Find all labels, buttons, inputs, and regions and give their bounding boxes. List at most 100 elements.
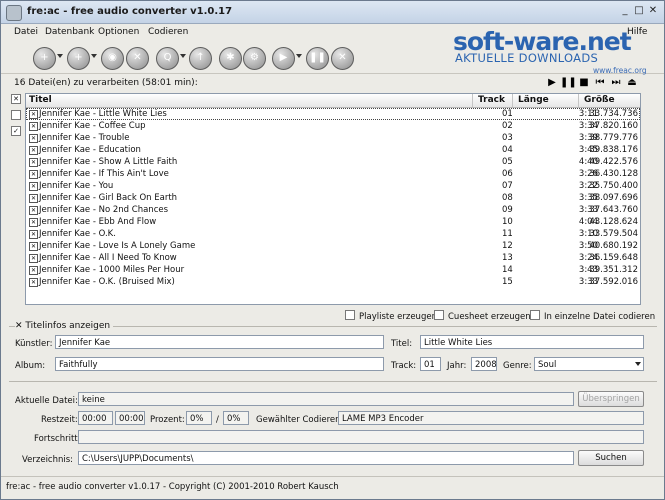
maximize-button[interactable]: □ bbox=[632, 4, 646, 18]
track-row[interactable]: ✕ Jennifer Kae - Show A Little Faith 05 4:4… bbox=[26, 156, 640, 168]
year-field[interactable]: 2008 bbox=[471, 357, 497, 371]
playlist-checkbox[interactable] bbox=[345, 310, 355, 320]
title-field[interactable]: Little White Lies bbox=[420, 335, 644, 349]
track-row[interactable]: ✕ Jennifer Kae - Girl Back On Earth 08 3:35… bbox=[26, 192, 640, 204]
track-checkbox[interactable]: ✕ bbox=[29, 158, 38, 167]
track-checkbox[interactable]: ✕ bbox=[29, 206, 38, 215]
menu-codieren[interactable]: Codieren bbox=[148, 27, 188, 37]
track-list[interactable]: Titel Track Länge Größe ✕ Jennifer Kae - … bbox=[25, 93, 641, 305]
track-checkbox[interactable]: ✕ bbox=[29, 110, 38, 119]
option-playlist[interactable]: Playliste erzeugen bbox=[345, 310, 437, 322]
close-button[interactable]: ✕ bbox=[646, 4, 660, 18]
add-files-icon[interactable]: + bbox=[33, 47, 56, 70]
track-row[interactable]: ✕ Jennifer Kae - If This Ain't Love 06 3:26… bbox=[26, 168, 640, 180]
file-count-label: 16 Datei(en) zu verarbeiten (58:01 min): bbox=[14, 78, 198, 88]
previous-icon[interactable]: ⏮ bbox=[592, 76, 608, 90]
track-checkbox[interactable]: ✕ bbox=[29, 230, 38, 239]
track-title: Jennifer Kae - All I Need To Know bbox=[39, 253, 177, 263]
artist-field[interactable]: Jennifer Kae bbox=[55, 335, 384, 349]
add-folder-icon[interactable]: + bbox=[67, 47, 90, 70]
track-title: Jennifer Kae - Show A Little Faith bbox=[39, 157, 178, 167]
stop-icon[interactable]: ✕ bbox=[331, 47, 354, 70]
window-title: fre:ac - free audio converter v1.0.17 bbox=[27, 6, 233, 17]
track-number: 13 bbox=[502, 253, 513, 263]
cuesheet-checkbox[interactable] bbox=[434, 310, 444, 320]
option-cuesheet[interactable]: Cuesheet erzeugen bbox=[434, 310, 531, 322]
track-checkbox[interactable]: ✕ bbox=[29, 182, 38, 191]
submit-cddb-icon[interactable]: ↑ bbox=[189, 47, 212, 70]
album-field[interactable]: Faithfully bbox=[55, 357, 384, 371]
pause-icon[interactable]: ❚❚ bbox=[306, 47, 329, 70]
next-icon[interactable]: ⏭ bbox=[608, 76, 624, 90]
track-row[interactable]: ✕ Jennifer Kae - All I Need To Know 13 3:24… bbox=[26, 252, 640, 264]
track-size: 39.838.176 bbox=[589, 145, 638, 155]
play-icon[interactable]: ▶ bbox=[544, 76, 560, 90]
track-title: Jennifer Kae - If This Ain't Love bbox=[39, 169, 169, 179]
remove-icon[interactable]: ✕ bbox=[126, 47, 149, 70]
menu-datei[interactable]: Datei bbox=[14, 27, 38, 37]
track-row[interactable]: ✕ Jennifer Kae - O.K. (Bruised Mix) 15 3:33… bbox=[26, 276, 640, 288]
track-checkbox[interactable]: ✕ bbox=[29, 266, 38, 275]
track-field[interactable]: 01 bbox=[420, 357, 441, 371]
track-row[interactable]: ✕ Jennifer Kae - 1000 Miles Per Hour 14 3:4… bbox=[26, 264, 640, 276]
menu-datenbank[interactable]: Datenbank bbox=[45, 27, 94, 37]
app-window: fre:ac - free audio converter v1.0.17 _ … bbox=[0, 0, 665, 500]
track-checkbox[interactable]: ✕ bbox=[29, 122, 38, 131]
stop-playback-icon[interactable]: ■ bbox=[576, 76, 592, 90]
track-checkbox[interactable]: ✕ bbox=[29, 146, 38, 155]
toggle-check-icon[interactable]: ✓ bbox=[11, 126, 21, 136]
check-all-icon[interactable]: ✕ bbox=[11, 94, 21, 104]
titleinfo-toggle[interactable]: ✕ Titelinfos anzeigen bbox=[15, 321, 114, 331]
track-checkbox[interactable]: ✕ bbox=[29, 218, 38, 227]
option-single-file[interactable]: In einzelne Datei codieren bbox=[530, 310, 655, 322]
track-row[interactable]: ✕ Jennifer Kae - Trouble 03 3:39 38.779.776 bbox=[26, 132, 640, 144]
minimize-button[interactable]: _ bbox=[618, 4, 632, 18]
track-size: 37.820.160 bbox=[589, 121, 638, 131]
eject-icon[interactable]: ⏏ bbox=[624, 76, 640, 90]
column-length[interactable]: Länge bbox=[518, 95, 549, 105]
directory-field[interactable]: C:\Users\JUPP\Documents\ bbox=[78, 451, 574, 465]
search-cddb-dropdown-icon[interactable] bbox=[180, 54, 186, 58]
add-files-dropdown-icon[interactable] bbox=[57, 54, 63, 58]
titleinfo-toggle-label: Titelinfos anzeigen bbox=[25, 321, 111, 331]
track-row[interactable]: ✕ Jennifer Kae - Education 04 3:45 39.838.17… bbox=[26, 144, 640, 156]
track-checkbox[interactable]: ✕ bbox=[29, 194, 38, 203]
remaining-field: 00:00 bbox=[78, 411, 113, 425]
column-size[interactable]: Größe bbox=[584, 95, 615, 105]
watermark-url[interactable]: www.freac.org bbox=[593, 66, 647, 75]
cd-icon[interactable]: ◉ bbox=[101, 47, 124, 70]
track-checkbox[interactable]: ✕ bbox=[29, 254, 38, 263]
config-icon[interactable]: ⚙ bbox=[243, 47, 266, 70]
menu-optionen[interactable]: Optionen bbox=[98, 27, 139, 37]
chevron-down-icon[interactable] bbox=[635, 362, 641, 366]
track-number: 07 bbox=[502, 181, 513, 191]
single-file-checkbox[interactable] bbox=[530, 310, 540, 320]
track-number: 08 bbox=[502, 193, 513, 203]
column-track[interactable]: Track bbox=[478, 95, 505, 105]
column-title[interactable]: Titel bbox=[29, 95, 52, 105]
settings-icon[interactable]: ✱ bbox=[219, 47, 242, 70]
track-checkbox[interactable]: ✕ bbox=[29, 170, 38, 179]
add-folder-dropdown-icon[interactable] bbox=[91, 54, 97, 58]
list-side-checks: ✕ ✓ bbox=[11, 94, 24, 142]
track-row[interactable]: ✕ Jennifer Kae - No 2nd Chances 09 3:33 37.6… bbox=[26, 204, 640, 216]
titleinfo-toggle-icon[interactable]: ✕ bbox=[15, 321, 23, 331]
browse-button[interactable]: Suchen bbox=[578, 450, 644, 466]
start-encoding-dropdown-icon[interactable] bbox=[296, 54, 302, 58]
track-size: 36.430.128 bbox=[589, 169, 638, 179]
track-row[interactable]: ✕ Jennifer Kae - O.K. 11 3:10 33.579.504 bbox=[26, 228, 640, 240]
genre-select[interactable]: Soul bbox=[534, 357, 644, 371]
track-row[interactable]: ✕ Jennifer Kae - Ebb And Flow 10 4:04 43.128… bbox=[26, 216, 640, 228]
skip-button[interactable]: Überspringen bbox=[578, 391, 644, 407]
track-row[interactable]: ✕ Jennifer Kae - Love Is A Lonely Game 12 3… bbox=[26, 240, 640, 252]
track-row[interactable]: ✕ Jennifer Kae - Little White Lies 01 3:11 3… bbox=[26, 108, 640, 120]
uncheck-all-icon[interactable] bbox=[11, 110, 21, 120]
start-encoding-icon[interactable]: ▶ bbox=[272, 47, 295, 70]
track-checkbox[interactable]: ✕ bbox=[29, 134, 38, 143]
track-checkbox[interactable]: ✕ bbox=[29, 242, 38, 251]
track-row[interactable]: ✕ Jennifer Kae - You 07 3:22 35.750.400 bbox=[26, 180, 640, 192]
pause-playback-icon[interactable]: ❚❚ bbox=[560, 76, 577, 90]
track-row[interactable]: ✕ Jennifer Kae - Coffee Cup 02 3:34 37.820.1… bbox=[26, 120, 640, 132]
search-cddb-icon[interactable]: Q bbox=[156, 47, 179, 70]
track-checkbox[interactable]: ✕ bbox=[29, 278, 38, 287]
